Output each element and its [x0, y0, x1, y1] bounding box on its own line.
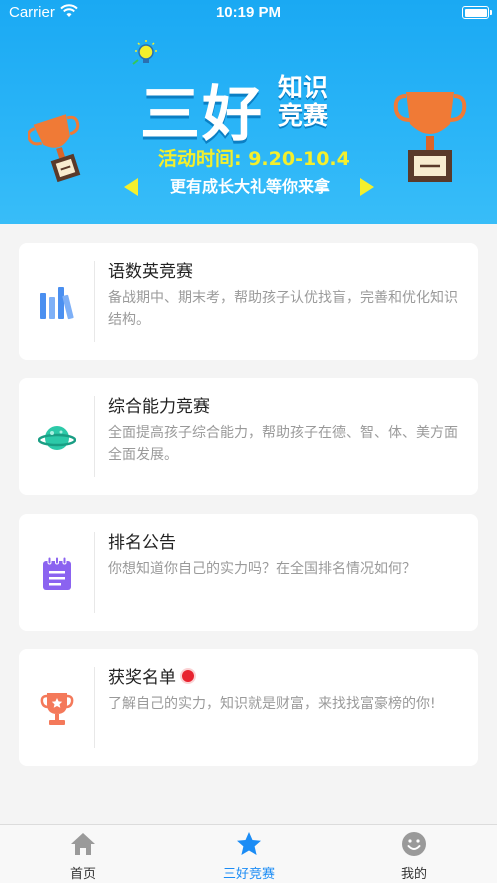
tab-bar: 首页 三好竞赛 我的 — [0, 824, 497, 883]
card-title: 综合能力竞赛 — [108, 397, 210, 417]
banner-slogan: 更有成长大礼等你来拿 — [169, 177, 330, 196]
card-ranking-notice[interactable]: 排名公告 你想知道你自己的实力吗？在全国排名情况如何？ — [19, 514, 478, 631]
card-winners-list[interactable]: 获奖名单 了解自己的实力，知识就是财富，来找找富豪榜的你! — [19, 649, 478, 766]
tab-label: 三好竞赛 — [222, 867, 275, 882]
tab-label: 首页 — [69, 867, 96, 882]
card-title: 获奖名单 — [108, 663, 194, 688]
star-icon — [237, 832, 261, 855]
card-divider — [94, 667, 95, 748]
new-badge — [182, 670, 194, 682]
tab-mine[interactable]: 我的 — [331, 825, 497, 883]
tab-label: 我的 — [400, 867, 427, 882]
card-description: 了解自己的实力，知识就是财富，来找找富豪榜的你! — [108, 696, 436, 712]
card-divider — [94, 261, 95, 342]
card-subject-contest[interactable]: 语数英竞赛 备战期中、期末考，帮助孩子认优找盲，完善和优化知识结构。 — [19, 243, 478, 360]
card-ability-contest[interactable]: 综合能力竞赛 全面提高孩子综合能力，帮助孩子在德、智、体、美方面全面发展。 — [19, 378, 478, 495]
notepad-icon — [35, 552, 79, 596]
card-description: 备战期中、期末考，帮助孩子认优找盲，完善和优化知识结构。 — [108, 290, 458, 328]
card-title-text: 获奖名单 — [108, 668, 176, 688]
clock: 10:19 PM — [215, 4, 282, 21]
smiley-icon — [402, 832, 426, 856]
card-description: 全面提高孩子综合能力，帮助孩子在德、智、体、美方面全面发展。 — [108, 425, 458, 463]
trophy-left-icon — [28, 114, 81, 183]
planet-icon — [35, 416, 79, 460]
trophy-right-icon — [393, 92, 467, 182]
banner[interactable]: Carrier 10:19 PM 三好 知识竞赛 活动时间: 9.20-10.4… — [0, 0, 497, 224]
card-divider — [94, 532, 95, 613]
banner-subtitle: 知识竞赛 — [278, 73, 329, 130]
arrow-right-icon — [360, 178, 374, 196]
battery-icon — [462, 6, 492, 19]
home-icon — [71, 833, 95, 855]
card-title: 语数英竞赛 — [108, 262, 193, 282]
banner-title: 三好 — [140, 80, 264, 150]
status-bar: Carrier 10:19 PM — [0, 0, 497, 26]
card-description: 你想知道你自己的实力吗？在全国排名情况如何？ — [108, 561, 416, 577]
card-title: 排名公告 — [108, 533, 176, 553]
trophy-icon — [35, 687, 79, 731]
activity-time: 活动时间: 9.20-10.4 — [158, 148, 350, 170]
tab-home[interactable]: 首页 — [0, 825, 166, 883]
tab-contest[interactable]: 三好竞赛 — [166, 825, 332, 883]
books-icon — [35, 281, 79, 325]
card-divider — [94, 396, 95, 477]
